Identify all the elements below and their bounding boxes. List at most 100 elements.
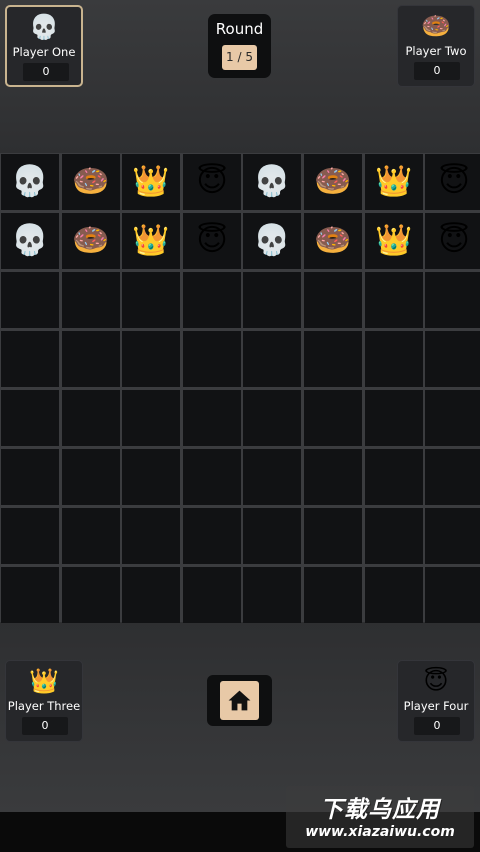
player-name: Player One — [12, 45, 76, 59]
board-cell[interactable] — [425, 390, 480, 446]
board-cell[interactable] — [304, 390, 362, 446]
crown-icon: 👑 — [29, 667, 59, 695]
board-cell[interactable] — [243, 449, 301, 505]
crown-icon: 👑 — [375, 164, 413, 199]
board-cell[interactable]: 😇 — [425, 213, 480, 269]
board-cell[interactable] — [304, 508, 362, 564]
doughnut-icon: 🍩 — [72, 164, 110, 199]
board-cell[interactable]: 👑 — [365, 213, 423, 269]
board-cell[interactable] — [365, 449, 423, 505]
board-cell[interactable] — [62, 390, 120, 446]
smiling-face-with-halo-icon: 😇 — [438, 223, 470, 258]
board-cell[interactable]: 😇 — [425, 154, 480, 210]
board-cell[interactable]: 💀 — [243, 213, 301, 269]
board-cell[interactable] — [122, 331, 180, 387]
home-button[interactable] — [207, 675, 272, 726]
board-cell[interactable] — [425, 331, 480, 387]
board-cell[interactable] — [304, 449, 362, 505]
board-cell[interactable]: 😇 — [183, 213, 241, 269]
board-cell[interactable] — [122, 449, 180, 505]
board-cell[interactable] — [62, 331, 120, 387]
board-cell[interactable] — [183, 390, 241, 446]
board-cell[interactable] — [243, 272, 301, 328]
doughnut-icon: 🍩 — [314, 164, 352, 199]
board-cell[interactable] — [62, 449, 120, 505]
smiling-face-with-halo-icon: 😇 — [196, 164, 228, 199]
board-cell[interactable]: 🍩 — [304, 213, 362, 269]
skull-icon: 💀 — [253, 164, 291, 199]
player-score: 0 — [22, 717, 68, 735]
board-cell[interactable] — [365, 272, 423, 328]
board-cell[interactable] — [122, 272, 180, 328]
board-cell[interactable] — [122, 508, 180, 564]
board-cell[interactable] — [122, 567, 180, 623]
board-cell[interactable] — [183, 449, 241, 505]
board-cell[interactable] — [365, 390, 423, 446]
watermark-title: 下载乌应用 — [320, 797, 440, 823]
board-cell[interactable] — [62, 272, 120, 328]
board-cell[interactable] — [1, 567, 59, 623]
board-cell[interactable] — [425, 508, 480, 564]
board-cell[interactable] — [365, 331, 423, 387]
board-cell[interactable] — [243, 331, 301, 387]
board-cell[interactable] — [183, 508, 241, 564]
board-cell[interactable] — [243, 508, 301, 564]
board-cell[interactable]: 👑 — [122, 154, 180, 210]
board-cell[interactable] — [1, 508, 59, 564]
player-score: 0 — [414, 717, 460, 735]
watermark-logo: 下载乌应用 www.xiazaiwu.com — [286, 786, 474, 848]
board-cell[interactable] — [183, 567, 241, 623]
board-cell[interactable]: 💀 — [1, 213, 59, 269]
player-card-one: 💀 Player One 0 — [5, 5, 83, 87]
smiling-face-with-halo-icon: 😇 — [438, 164, 470, 199]
board-cell[interactable]: 👑 — [122, 213, 180, 269]
board-cell[interactable] — [425, 272, 480, 328]
game-screen: 💀 Player One 0 🍩 Player Two 0 Round 1 / … — [0, 0, 480, 852]
doughnut-icon: 🍩 — [72, 223, 110, 258]
board-cell[interactable] — [365, 508, 423, 564]
player-score: 0 — [414, 62, 460, 80]
player-name: Player Three — [7, 699, 81, 713]
player-card-four: 😇 Player Four 0 — [397, 660, 475, 742]
board-cell[interactable]: 💀 — [1, 154, 59, 210]
board-cell[interactable] — [1, 331, 59, 387]
board-cell[interactable] — [183, 272, 241, 328]
watermark-url: www.xiazaiwu.com — [305, 824, 455, 840]
board-cell[interactable] — [1, 272, 59, 328]
board-cell[interactable] — [304, 331, 362, 387]
board-cell[interactable]: 🍩 — [62, 154, 120, 210]
player-name: Player Four — [403, 699, 469, 713]
crown-icon: 👑 — [132, 223, 170, 258]
board-cell[interactable]: 😇 — [183, 154, 241, 210]
board-cell[interactable] — [1, 449, 59, 505]
skull-icon: 💀 — [29, 13, 59, 41]
player-name: Player Two — [405, 44, 467, 58]
doughnut-icon: 🍩 — [314, 223, 352, 258]
board-cell[interactable] — [62, 567, 120, 623]
home-icon — [228, 690, 251, 711]
board-cell[interactable] — [425, 449, 480, 505]
crown-icon: 👑 — [132, 164, 170, 199]
board-cell[interactable] — [425, 567, 480, 623]
player-score: 0 — [23, 63, 69, 81]
player-card-two: 🍩 Player Two 0 — [397, 5, 475, 87]
board-cell[interactable]: 🍩 — [62, 213, 120, 269]
board-cell[interactable] — [243, 567, 301, 623]
board-cell[interactable] — [183, 331, 241, 387]
board-cell[interactable]: 💀 — [243, 154, 301, 210]
skull-icon: 💀 — [253, 223, 291, 258]
skull-icon: 💀 — [11, 223, 49, 258]
board-cell[interactable]: 👑 — [365, 154, 423, 210]
board-cell[interactable]: 🍩 — [304, 154, 362, 210]
board-cell[interactable] — [1, 390, 59, 446]
board-cell[interactable] — [122, 390, 180, 446]
skull-icon: 💀 — [11, 164, 49, 199]
board-cell[interactable] — [62, 508, 120, 564]
board-cell[interactable] — [304, 272, 362, 328]
player-card-three: 👑 Player Three 0 — [5, 660, 83, 742]
smiling-face-with-halo-icon: 😇 — [423, 667, 449, 695]
board-cell[interactable] — [243, 390, 301, 446]
home-button-face[interactable] — [220, 681, 259, 720]
board-cell[interactable] — [365, 567, 423, 623]
board-cell[interactable] — [304, 567, 362, 623]
